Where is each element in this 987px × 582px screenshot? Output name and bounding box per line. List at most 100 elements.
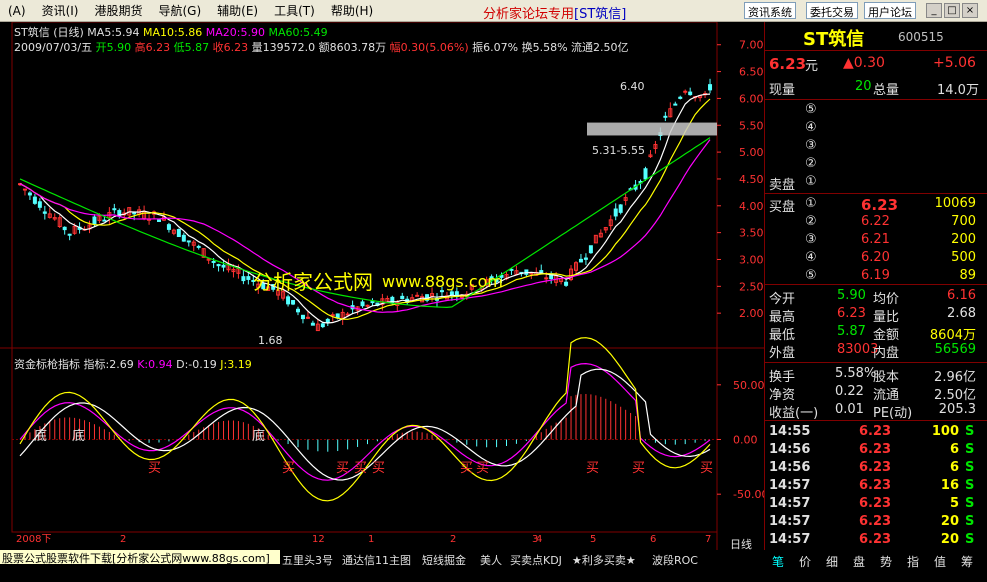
tick-side: S (965, 424, 975, 439)
candle-body (449, 291, 454, 296)
tick-time: 14:57 (769, 496, 811, 511)
date-axis-label: 12 (312, 534, 325, 545)
stats2-row: 换手 5.58% 股本 2.96亿 (765, 366, 987, 385)
low-annotation: 1.68 (258, 334, 283, 347)
info-system-button[interactable]: 资讯系统 (744, 2, 796, 19)
trade-button[interactable]: 委托交易 (806, 2, 858, 19)
stat-label: 流通 (873, 388, 900, 403)
maximize-icon[interactable]: □ (944, 3, 960, 18)
sell-level-icon: ② (805, 156, 817, 171)
stat-label: 均价 (873, 292, 900, 307)
stats2-row: 净资 0.22 流通 2.50亿 (765, 384, 987, 403)
panel-tab[interactable]: 指 (907, 553, 919, 570)
title-text: 分析家论坛专用 (483, 7, 575, 22)
stat-value: 56569 (934, 342, 976, 357)
stat-label: 金额 (873, 328, 900, 343)
divider (765, 420, 987, 421)
stats-row: 最低 5.87 金额 8604万 (765, 324, 987, 343)
stat-label: 今开 (769, 292, 796, 307)
indicator-tab[interactable]: 通达信11主图 (342, 552, 411, 568)
menu-item-help[interactable]: 帮助(H) (323, 2, 381, 19)
menu-item-info[interactable]: 资讯(I) (34, 2, 87, 19)
stat-value: 205.3 (938, 402, 976, 417)
candle-body (578, 258, 583, 263)
tick-side: S (965, 442, 975, 457)
panel-tab[interactable]: 筹 (961, 553, 973, 570)
total-vol-value: 14.0万 (937, 83, 979, 98)
buy-volume: 10069 (934, 196, 976, 211)
stat-value: 2.96亿 (934, 370, 976, 385)
candle-body (583, 257, 588, 260)
candle-body (643, 168, 648, 180)
quote-panel: ST筑信 600515 6.23 元 ▲0.30 +5.06 现量 20 总量 … (764, 22, 987, 550)
price-change: ▲0.30 (843, 55, 885, 71)
menu-item-nav[interactable]: 导航(G) (151, 2, 210, 19)
date-axis-label: 2008下 (16, 534, 51, 545)
date-axis-label: 6 (650, 534, 656, 545)
date-axis-label: 5 (590, 534, 596, 545)
tick-row: 14:57 6.23 20 S (765, 532, 987, 550)
indicator-tab[interactable]: 短线掘金 (422, 552, 466, 568)
signal-di-label: 底 (34, 428, 47, 444)
indicator-tab[interactable]: 买卖点KDJ (510, 552, 562, 568)
price-axis-label: 6.50 (739, 66, 764, 79)
forum-button[interactable]: 用户论坛 (864, 2, 916, 19)
tick-time: 14:56 (769, 442, 811, 457)
chart-area[interactable]: 7.00 6.50 6.00 5.50 5.00 4.50 4.00 3.50 3.00 2.50… (0, 22, 764, 551)
candle-body (400, 295, 405, 300)
candle-body (564, 281, 569, 286)
indicator-j-value: J:3.19 (220, 358, 252, 371)
volume-row: 现量 20 总量 14.0万 (765, 79, 987, 98)
low-label: 低5.87 (173, 41, 210, 54)
tick-side: S (965, 460, 975, 475)
stock-name-label: ST筑信 (14, 26, 50, 39)
signal-mai-label: 买 (586, 461, 599, 476)
indicator-tab[interactable]: 波段ROC (652, 552, 698, 568)
menu-item-assist[interactable]: 辅助(E) (209, 2, 266, 19)
candle-body (708, 84, 713, 91)
price-axis-label: 3.00 (739, 253, 764, 266)
menu-item-hk[interactable]: 港股期货 (86, 2, 150, 19)
menu-item-a[interactable]: (A) (0, 4, 34, 18)
download-banner[interactable]: 股票公式股票软件下载[分析家公式网www.88gs.com] (0, 550, 280, 565)
price-axis-label: 4.00 (739, 200, 764, 213)
candle-body (618, 204, 623, 213)
buy-level-icon: ② (805, 214, 817, 229)
indicator-tab[interactable]: 五里头3号 (282, 552, 333, 568)
tick-row: 14:56 6.23 6 S (765, 460, 987, 478)
close-icon[interactable]: × (962, 3, 978, 18)
panel-tab[interactable]: 势 (880, 553, 892, 570)
stat-value: 2.50亿 (934, 388, 976, 403)
range-box (587, 122, 717, 136)
panel-tab[interactable]: 盘 (853, 553, 865, 570)
indicator-tab[interactable]: ★利多买卖★ (572, 552, 636, 568)
panel-tab[interactable]: 细 (826, 553, 838, 570)
candle-body (102, 219, 107, 222)
sell-level-icon: ① (805, 174, 817, 189)
signal-mai-label: 买 (460, 461, 473, 476)
now-vol-value: 20 (855, 79, 872, 94)
buy-level-icon: ⑤ (805, 268, 817, 283)
signal-mai-label: 买 (700, 461, 713, 476)
candle-body (509, 268, 514, 271)
panel-tab[interactable]: 价 (799, 553, 811, 570)
candle-body (415, 294, 420, 297)
buy-price: 6.20 (861, 250, 890, 265)
volume-label: 量139572.0 (251, 41, 316, 54)
menu-item-tools[interactable]: 工具(T) (266, 2, 323, 19)
date-axis-label: 2 (450, 534, 456, 545)
buy-volume: 700 (951, 214, 976, 229)
sell-label: 卖盘 (769, 178, 796, 193)
divider (765, 99, 987, 100)
divider (765, 193, 987, 194)
panel-tab[interactable]: 笔 (772, 553, 784, 570)
divider (765, 50, 987, 51)
price-axis-label: 7.00 (739, 39, 764, 52)
candle-body (42, 211, 47, 214)
buy-level-4: ④ 6.20 500 (765, 250, 987, 268)
watermark-text: 分析家公式网 (253, 270, 373, 294)
tick-time: 14:57 (769, 514, 811, 529)
minimize-icon[interactable]: _ (926, 3, 942, 18)
indicator-tab[interactable]: 美人 (480, 552, 502, 568)
panel-tab[interactable]: 值 (934, 553, 946, 570)
